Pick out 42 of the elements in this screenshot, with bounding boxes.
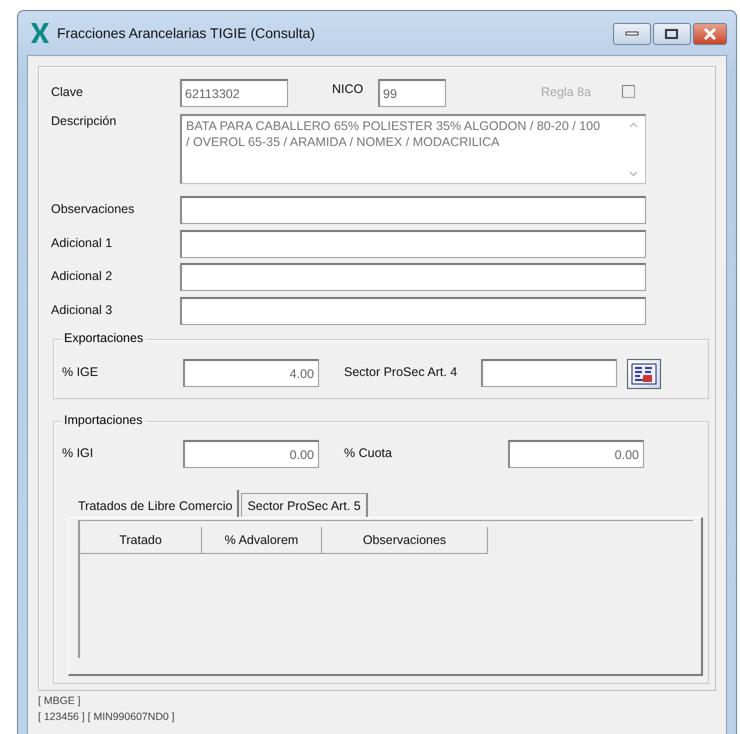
input-field[interactable]: 0.00 [183, 440, 319, 468]
minimize-icon [625, 31, 639, 37]
group-title: Exportaciones [61, 331, 146, 345]
checkbox-label: Regla 8a [541, 84, 592, 99]
field-label: % IGE [62, 364, 100, 379]
window-title: Fracciones Arancelarias TIGIE (Consulta) [57, 25, 316, 41]
minimize-button[interactable] [613, 23, 651, 45]
field-label: Adicional 1 [51, 234, 114, 250]
column-header[interactable]: Observaciones [322, 527, 488, 554]
tab[interactable]: Sector ProSec Art. 5 [241, 493, 368, 517]
status-text: [ MBGE ] [38, 694, 82, 709]
input-field[interactable] [180, 196, 646, 224]
field-label: Observaciones [51, 201, 136, 216]
column-header[interactable]: % Advalorem [202, 527, 322, 554]
close-button[interactable] [693, 23, 727, 45]
input-field[interactable]: 0.00 [508, 440, 644, 468]
column-header[interactable]: Tratado [80, 527, 202, 554]
app-logo-icon [29, 21, 51, 45]
group-title: Importaciones [61, 413, 146, 427]
field-label: Adicional 2 [51, 268, 114, 283]
maximize-button[interactable] [653, 23, 691, 45]
input-field[interactable]: 4.00 [183, 359, 319, 387]
field-label: % Cuota [343, 445, 393, 460]
field-label: Descripción [51, 114, 118, 128]
table-picker-icon[interactable] [627, 359, 662, 389]
input-field[interactable]: 62113302 [180, 79, 288, 107]
description-field[interactable]: BATA PARA CABALLERO 65% POLIESTER 35% ALGODON / 80-20 / 100 / OVEROL 65-35 / ARAMIDA / NOMEX / MODACRILICA [180, 114, 646, 184]
maximize-icon [665, 29, 679, 39]
field-label: Sector ProSec Art. 4 [344, 364, 458, 379]
status-text: [ 123456 ] [ MIN990607ND0 ] [38, 710, 176, 725]
input-field[interactable] [180, 263, 646, 291]
input-field[interactable]: 99 [378, 79, 446, 107]
scroll-down-icon[interactable] [628, 171, 638, 177]
field-label: Adicional 3 [51, 302, 114, 316]
input-field[interactable] [180, 230, 646, 258]
field-label: NICO [331, 81, 364, 96]
close-icon [703, 28, 717, 40]
scroll-up-icon[interactable] [628, 122, 638, 128]
input-field[interactable] [180, 296, 646, 324]
field-label: Clave [51, 84, 84, 99]
input-field[interactable] [481, 359, 618, 387]
field-label: % IGI [62, 445, 94, 460]
